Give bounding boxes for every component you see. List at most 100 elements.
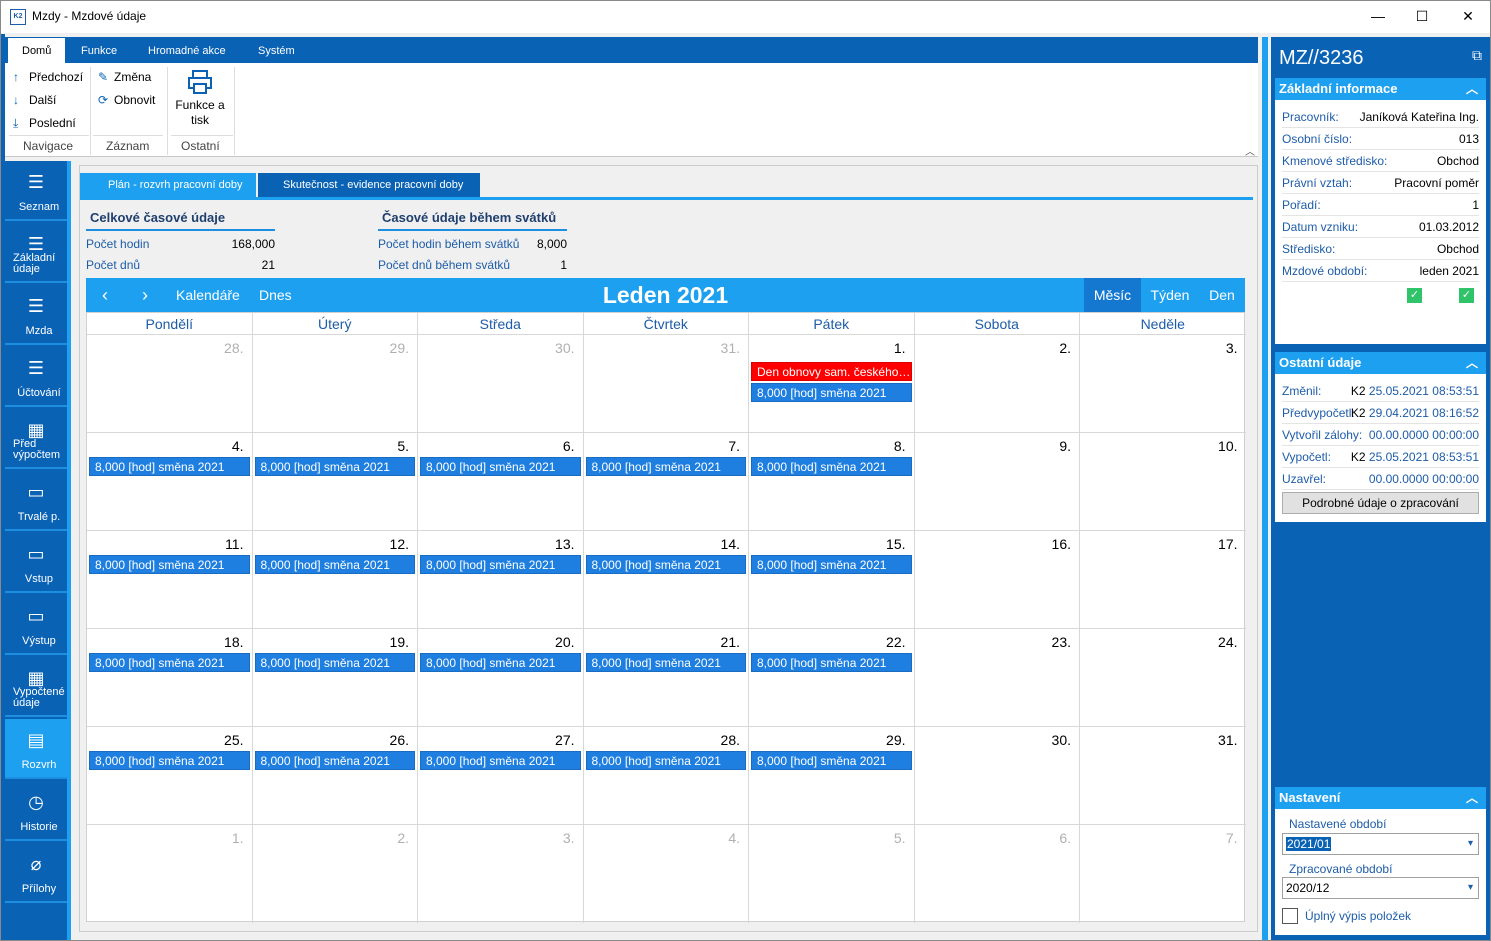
prev-month-icon[interactable]: ‹: [102, 278, 108, 312]
calendar-day-cell[interactable]: 13. 8,000 [hod] směna 2021: [418, 531, 584, 629]
calendar-day-cell[interactable]: 2.: [914, 335, 1080, 433]
nav-item-wage[interactable]: ☰ Mzda: [5, 285, 67, 345]
nav-item-input[interactable]: ▭ Vstup: [5, 533, 67, 593]
shift-event[interactable]: 8,000 [hod] směna 2021: [585, 751, 746, 770]
calendar-day-cell[interactable]: 15. 8,000 [hod] směna 2021: [749, 531, 915, 629]
calendar-day-cell[interactable]: 11. 8,000 [hod] směna 2021: [87, 531, 253, 629]
shift-event[interactable]: 8,000 [hod] směna 2021: [254, 555, 415, 574]
calendar-day-cell[interactable]: 8. 8,000 [hod] směna 2021: [749, 433, 915, 531]
last-button[interactable]: ⤓ Poslední: [13, 116, 76, 131]
shift-event[interactable]: 8,000 [hod] směna 2021: [751, 751, 912, 770]
view-day-button[interactable]: Den: [1199, 278, 1245, 312]
panel-splitter[interactable]: [1262, 37, 1268, 940]
tab-reality[interactable]: Skutečnost - evidence pracovní doby: [258, 173, 480, 197]
basic-info-header[interactable]: Základní informace ︿: [1275, 78, 1486, 100]
nav-item-calculated[interactable]: ▦ Vypočtené údaje: [5, 657, 67, 717]
minimize-button[interactable]: —: [1355, 1, 1401, 31]
next-month-icon[interactable]: ›: [142, 278, 148, 312]
calendar-day-cell[interactable]: 3.: [418, 825, 584, 923]
calendar-day-cell[interactable]: 23.: [914, 629, 1080, 727]
shift-event[interactable]: 8,000 [hod] směna 2021: [420, 751, 581, 770]
calendar-day-cell[interactable]: 22. 8,000 [hod] směna 2021: [749, 629, 915, 727]
calendar-day-cell[interactable]: 5.: [749, 825, 915, 923]
calendar-day-cell[interactable]: 14. 8,000 [hod] směna 2021: [583, 531, 749, 629]
calendar-day-cell[interactable]: 10.: [1080, 433, 1246, 531]
next-button[interactable]: ↓ Další: [13, 93, 56, 107]
calendars-button[interactable]: Kalendáře: [176, 278, 240, 312]
external-link-icon[interactable]: ⧉: [1472, 47, 1482, 64]
print-functions-button[interactable]: Funkce a tisk: [175, 69, 225, 127]
calendar-day-cell[interactable]: 17.: [1080, 531, 1246, 629]
calendar-day-cell[interactable]: 26. 8,000 [hod] směna 2021: [252, 727, 418, 825]
tab-functions[interactable]: Funkce: [81, 38, 117, 63]
calendar-day-cell[interactable]: 7.: [1080, 825, 1246, 923]
refresh-button[interactable]: ⟳ Obnovit: [98, 93, 155, 107]
shift-event[interactable]: 8,000 [hod] směna 2021: [89, 457, 250, 476]
collapse-ribbon-icon[interactable]: ︿: [1245, 143, 1255, 158]
calendar-day-cell[interactable]: 6.: [915, 825, 1080, 923]
set-period-input[interactable]: 2021/01 ▾: [1282, 833, 1479, 855]
shift-event[interactable]: 8,000 [hod] směna 2021: [585, 457, 746, 476]
shift-event[interactable]: 8,000 [hod] směna 2021: [254, 653, 415, 672]
chevron-up-icon[interactable]: ︿: [1466, 787, 1478, 809]
shift-event[interactable]: 8,000 [hod] směna 2021: [751, 383, 912, 402]
calendar-day-cell[interactable]: 2.: [253, 825, 418, 923]
nav-item-attachments[interactable]: ⌀ Přílohy: [5, 843, 67, 903]
full-list-checkbox[interactable]: [1282, 908, 1298, 924]
calendar-day-cell[interactable]: 21. 8,000 [hod] směna 2021: [583, 629, 749, 727]
close-button[interactable]: ✕: [1445, 1, 1490, 31]
calendar-day-cell[interactable]: 24.: [1080, 629, 1246, 727]
shift-event[interactable]: 8,000 [hod] směna 2021: [89, 555, 250, 574]
dropdown-icon[interactable]: ▾: [1468, 878, 1473, 898]
processed-period-input[interactable]: 2020/12 ▾: [1282, 877, 1479, 899]
shift-event[interactable]: 8,000 [hod] směna 2021: [751, 555, 912, 574]
view-month-button[interactable]: Měsíc: [1084, 278, 1141, 312]
shift-event[interactable]: 8,000 [hod] směna 2021: [751, 653, 912, 672]
maximize-button[interactable]: ☐: [1399, 1, 1445, 31]
calendar-day-cell[interactable]: 12. 8,000 [hod] směna 2021: [252, 531, 418, 629]
nav-item-permanent[interactable]: ▭ Trvalé p.: [5, 471, 67, 531]
shift-event[interactable]: 8,000 [hod] směna 2021: [420, 457, 581, 476]
nav-item-history[interactable]: ◷ Historie: [5, 781, 67, 841]
calendar-day-cell[interactable]: 1.: [87, 825, 253, 923]
nav-item-list[interactable]: ☰ Seznam: [5, 161, 67, 221]
tab-system[interactable]: Systém: [258, 38, 295, 63]
calendar-day-cell[interactable]: 29.: [252, 335, 418, 433]
nav-item-accounting[interactable]: ☰ Účtování: [5, 347, 67, 407]
calendar-day-cell[interactable]: 19. 8,000 [hod] směna 2021: [252, 629, 418, 727]
calendar-day-cell[interactable]: 28. 8,000 [hod] směna 2021: [583, 727, 749, 825]
calendar-day-cell[interactable]: 18. 8,000 [hod] směna 2021: [87, 629, 253, 727]
dropdown-icon[interactable]: ▾: [1468, 834, 1473, 854]
chevron-up-icon[interactable]: ︿: [1466, 352, 1478, 374]
shift-event[interactable]: 8,000 [hod] směna 2021: [89, 653, 250, 672]
calendar-day-cell[interactable]: 27. 8,000 [hod] směna 2021: [418, 727, 584, 825]
shift-event[interactable]: 8,000 [hod] směna 2021: [751, 457, 912, 476]
shift-event[interactable]: 8,000 [hod] směna 2021: [89, 751, 250, 770]
calendar-day-cell[interactable]: 3.: [1080, 335, 1246, 433]
calendar-day-cell[interactable]: 16.: [914, 531, 1080, 629]
shift-event[interactable]: 8,000 [hod] směna 2021: [585, 555, 746, 574]
view-week-button[interactable]: Týden: [1141, 278, 1199, 312]
nav-item-basic-data[interactable]: ☰ Základní údaje: [5, 223, 67, 283]
calendar-day-cell[interactable]: 20. 8,000 [hod] směna 2021: [418, 629, 584, 727]
shift-event[interactable]: 8,000 [hod] směna 2021: [585, 653, 746, 672]
processing-details-button[interactable]: Podrobné údaje o zpracování: [1282, 492, 1479, 514]
calendar-day-cell[interactable]: 30.: [914, 727, 1080, 825]
calendar-day-cell[interactable]: 30.: [418, 335, 584, 433]
tab-home[interactable]: Domů: [8, 38, 66, 63]
settings-header[interactable]: Nastavení ︿: [1275, 787, 1486, 809]
shift-event[interactable]: 8,000 [hod] směna 2021: [254, 751, 415, 770]
nav-item-before-calc[interactable]: ▦ Před výpočtem: [5, 409, 67, 469]
holiday-event[interactable]: Den obnovy sam. českého státu: [751, 362, 912, 381]
shift-event[interactable]: 8,000 [hod] směna 2021: [420, 555, 581, 574]
prev-button[interactable]: ↑ Předchozí: [13, 70, 83, 84]
calendar-day-cell[interactable]: 9.: [914, 433, 1080, 531]
calendar-day-cell[interactable]: 29. 8,000 [hod] směna 2021: [749, 727, 915, 825]
tab-plan[interactable]: Plán - rozvrh pracovní doby: [80, 173, 256, 197]
calendar-day-cell[interactable]: 31.: [1080, 727, 1246, 825]
calendar-day-cell[interactable]: 1. Den obnovy sam. českého státu 8,000 [ho…: [749, 335, 915, 433]
calendar-day-cell[interactable]: 4.: [584, 825, 749, 923]
shift-event[interactable]: 8,000 [hod] směna 2021: [254, 457, 415, 476]
nav-item-output[interactable]: ▭ Výstup: [5, 595, 67, 655]
other-info-header[interactable]: Ostatní údaje ︿: [1275, 352, 1486, 374]
